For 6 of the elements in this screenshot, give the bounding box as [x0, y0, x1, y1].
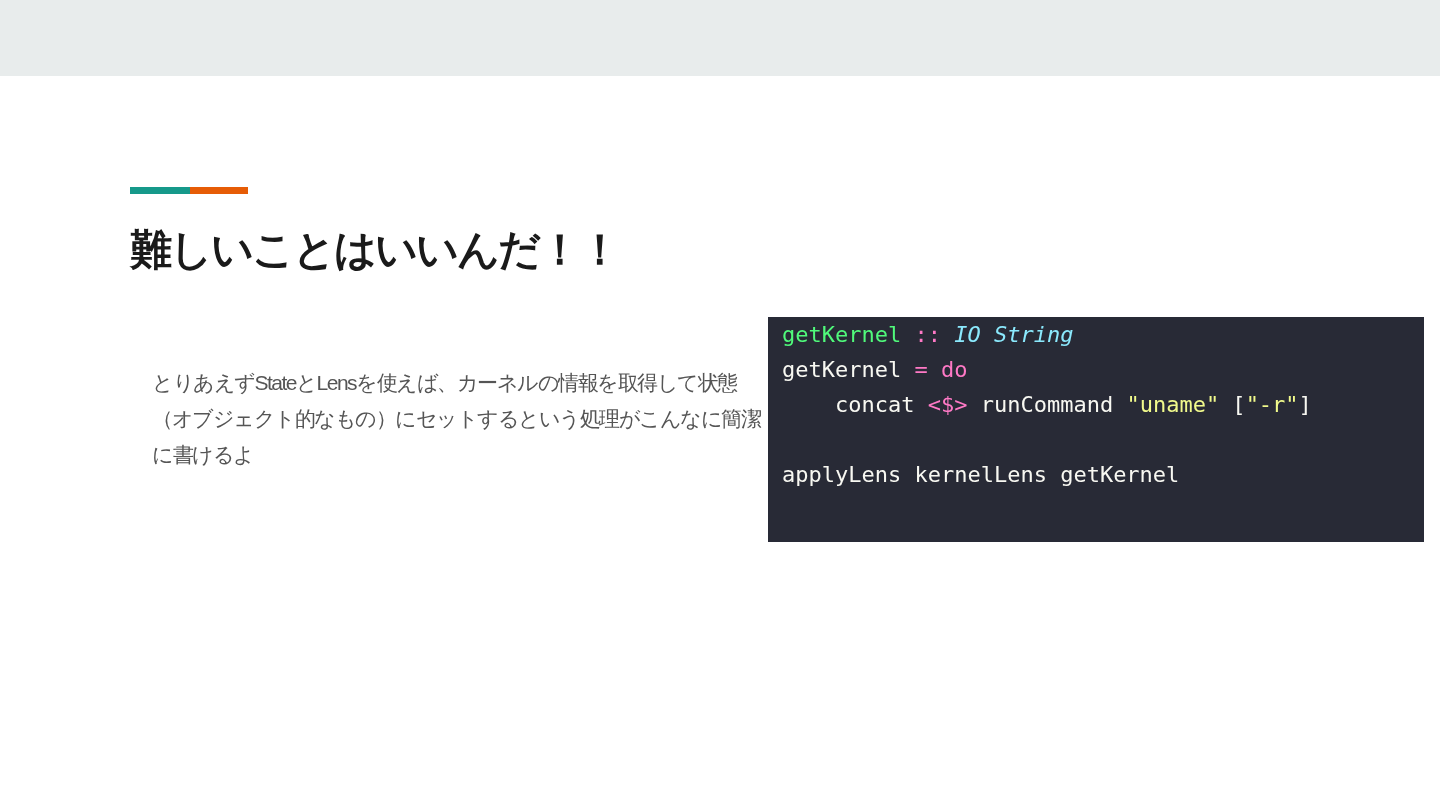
body-paragraph: とりあえずStateとLensを使えば、カーネルの情報を取得して状態（オブジェクト的なもの）にセットするという処理がこんなに簡潔に書けるよ [152, 370, 762, 468]
code-line: concat <$> runCommand "uname" ["-r"] [833, 391, 1313, 419]
code-line: applyLens kernelLens getKernel [782, 461, 1181, 489]
code-line: getKernel = do [782, 356, 969, 384]
code-line: getKernel :: IO String [782, 321, 1075, 349]
slide-title: 難しいことはいいんだ！！ [130, 225, 619, 275]
